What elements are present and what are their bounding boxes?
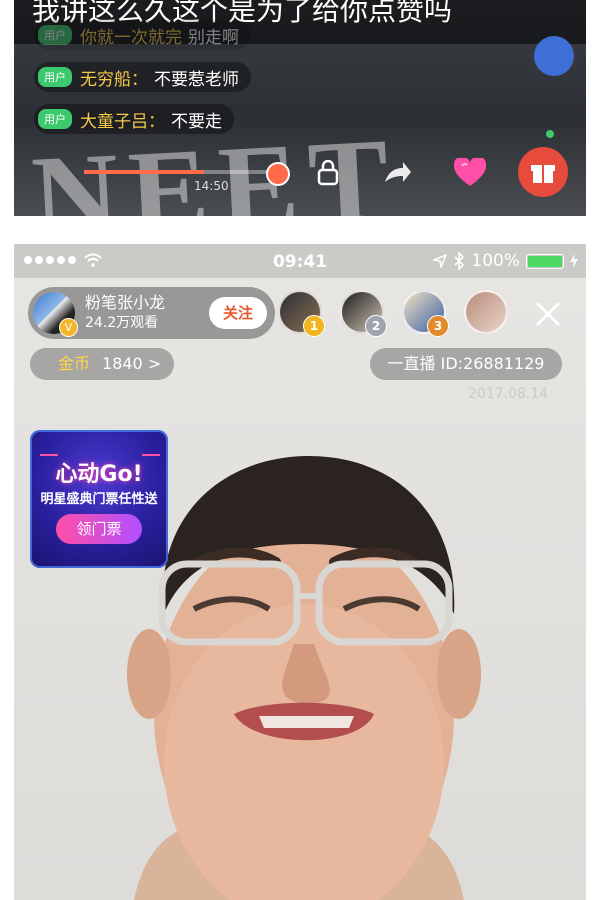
chat-text: 不要走 bbox=[171, 111, 222, 132]
playback-progress[interactable] bbox=[84, 162, 290, 186]
host-text: 粉笔张小龙 24.2万观看 bbox=[85, 293, 165, 333]
chat-message: 用户 大童子吕： 不要走 bbox=[34, 104, 234, 134]
rank-badge: 1 bbox=[303, 315, 325, 337]
lock-icon[interactable] bbox=[310, 155, 346, 191]
promo-subtitle: 明星盛典门票任性送 bbox=[40, 492, 158, 507]
heart-icon[interactable] bbox=[452, 155, 488, 191]
chat-text: 不要惹老师 bbox=[154, 69, 239, 90]
chat-message: 用户 你就一次就完 别走啊 bbox=[34, 20, 251, 50]
user-level-badge: 用户 bbox=[38, 109, 72, 129]
rank-badge: 3 bbox=[427, 315, 449, 337]
host-avatar[interactable]: V bbox=[33, 292, 78, 337]
charging-icon bbox=[570, 254, 578, 268]
chat-username: 大童子吕： bbox=[80, 111, 165, 132]
streamer-video bbox=[127, 455, 481, 900]
chat-username: 无穷船： bbox=[80, 69, 148, 90]
follow-button[interactable]: 关注 bbox=[209, 297, 267, 329]
share-icon[interactable] bbox=[380, 155, 416, 191]
top-viewer-avatar[interactable] bbox=[464, 290, 508, 334]
side-avatar[interactable] bbox=[534, 36, 574, 76]
claim-ticket-button[interactable]: 领门票 bbox=[56, 514, 142, 544]
status-right: 100% bbox=[433, 251, 578, 271]
verified-badge: V bbox=[59, 318, 78, 337]
view-count: 24.2万观看 bbox=[85, 315, 159, 331]
progress-knob[interactable] bbox=[266, 162, 290, 186]
chat-text: 别走啊 bbox=[188, 27, 239, 48]
location-icon bbox=[433, 254, 448, 268]
coin-value: 1840 > bbox=[102, 354, 162, 373]
coin-balance[interactable]: 金币 1840 > bbox=[30, 348, 174, 380]
player-controls: 14:50 bbox=[14, 145, 586, 205]
battery-icon bbox=[526, 253, 564, 269]
close-icon[interactable] bbox=[530, 296, 566, 332]
promo-title: 心动Go! bbox=[55, 462, 143, 487]
online-dot bbox=[546, 130, 554, 138]
promo-banner[interactable]: 心动Go! 明星盛典门票任性送 领门票 bbox=[30, 430, 168, 568]
progress-fill bbox=[84, 170, 204, 174]
rank-badge: 2 bbox=[365, 315, 387, 337]
date-watermark: 2017.08.14 bbox=[468, 386, 549, 402]
top-viewer-avatar[interactable]: 1 bbox=[278, 290, 325, 337]
room-id: 一直播 ID:26881129 bbox=[370, 348, 562, 380]
bluetooth-icon bbox=[454, 252, 465, 270]
previous-stream-screenshot: NEET 我讲这么久这个是为了给你点赞吗 用户 你就一次就完 别走啊 用户 无穷… bbox=[14, 0, 586, 216]
chat-username: 你就一次就完 bbox=[80, 27, 182, 48]
top-viewer-avatar[interactable]: 2 bbox=[340, 290, 387, 337]
playback-time: 14:50 bbox=[194, 179, 229, 193]
battery-percent: 100% bbox=[471, 251, 520, 271]
gift-icon[interactable] bbox=[518, 147, 568, 197]
ios-status-bar: 09:41 100% bbox=[14, 244, 586, 278]
host-info-pill[interactable]: V 粉笔张小龙 24.2万观看 关注 bbox=[28, 287, 275, 339]
live-stream-screen: 09:41 100% V 粉笔张小龙 24.2万观看 关注 1 2 3 金币 1… bbox=[14, 244, 586, 900]
host-name: 粉笔张小龙 bbox=[85, 293, 166, 312]
user-level-badge: 用户 bbox=[38, 25, 72, 45]
coin-label: 金币 bbox=[58, 354, 91, 373]
chat-message: 用户 无穷船： 不要惹老师 bbox=[34, 62, 251, 92]
top-viewer-avatar[interactable]: 3 bbox=[402, 290, 449, 337]
user-level-badge: 用户 bbox=[38, 67, 72, 87]
